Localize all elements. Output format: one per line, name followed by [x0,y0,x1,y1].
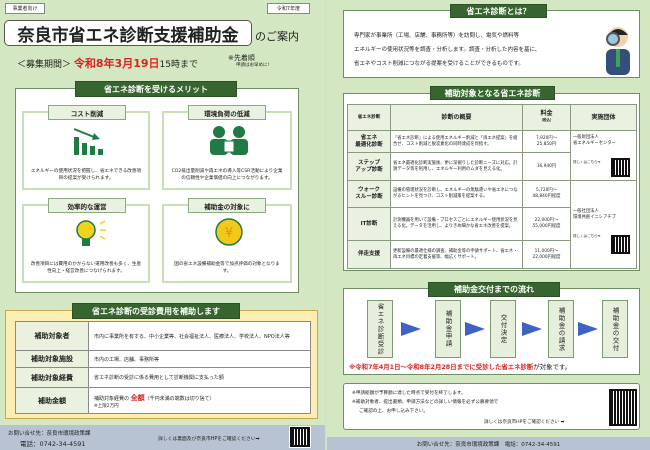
inspector-person-icon [606,27,630,75]
title-suffix: のご案内 [255,30,299,43]
people-icon [210,126,248,155]
table-row: 省エネ 最適化診断 「省エネ診断」による使用エネルギー削減と「再エネ提案」を組合せ… [347,130,637,181]
flow-step: 交付決定 [490,300,516,358]
flow-header: 補助金交付までの流れ [428,282,560,297]
merit-title: 効率的な運営 [48,198,126,213]
table-row: 補助対象者 市内に事業所を有する、中小企業等、社会福祉法人、医療法人、学校法人、N… [15,321,311,351]
page-title: 奈良市省エネ診断支援補助金 [4,20,252,46]
lightbulb-icon [76,220,106,246]
table-row: 補助対象施設 市内の工場、店舗、事務所等 [15,350,311,368]
qr-code[interactable] [610,157,631,178]
merit-desc: エネルギーの使用状況を把握し、省エネできる改善項目の提案が受けられます。 [30,169,142,181]
yen-coin-icon: ¥ [215,218,243,246]
org-cell: 一般財団法人 省エネルギーセンター 詳しくはこちら➡ [570,130,637,181]
qr-code[interactable] [610,234,631,255]
contact-office: お問い合せ先：奈良市環境政策課 [8,431,91,437]
chart-down-icon [73,128,103,155]
qr-code[interactable] [289,426,311,448]
notes-section: ※申請総額が予算額に達した時点で受付を終了します。 ※補助対象者、提出書類、申請… [343,383,640,430]
flow-step: 補助金の交付 [602,300,628,358]
about-text: 専門家が事業所（工場、店舗、事務所等）を訪問し、電気や燃料等 エネルギーの使用状… [354,33,541,67]
fiscal-year-tag: 令和7年度 [267,3,310,14]
flow-step: 補助金の請求 [548,300,574,358]
arrow-right-icon [578,322,598,336]
merit-card-environment: 環境負荷の低減 CO2排出量削減や再エネの導入等CSR活動により企業の信頼性や企… [162,105,292,190]
merit-card-subsidy: 補助金の対象に ¥ 国の省エネ設備補助金等で加点評価の対象となります。 [162,198,292,283]
merit-header: 省エネ診断を受けるメリット [75,81,237,97]
flow-step: 省エネ診断受診 [367,300,393,358]
arrow-right-icon [401,322,421,336]
audience-tag: 事業者向け [5,3,45,14]
about-header: 省エネ診断とは？ [450,4,547,18]
merit-title: コスト削減 [48,105,126,120]
arrow-right-icon [465,322,485,336]
application-period: ＜募集期間＞ 令和8年3月19日15時まで [17,55,198,71]
right-footer: お問い合せ先：奈良市環境政策課 電話：0742-34-4591 [327,437,650,450]
contact-phone: 電話：0742-34-4591 [20,440,86,448]
left-page: 事業者向け 令和7年度 奈良市省エネ診断支援補助金 のご案内 ＜募集期間＞ 令和… [0,0,325,450]
table-row: ウォーク スルー診断 設備の管理状況を診断し、エネルギーの無駄遣いや省エネにつなが… [347,180,637,269]
diagnosis-table: 省エネ診断 診断の概要 料金 （税込） 実施団体 省エネ 最適化診断 「省エネ診断」による… [347,104,637,269]
period-label: ＜募集期間＞ [17,60,72,70]
flow-step: 補助金申請 [435,300,461,358]
org-cell: 一般社団法人 環境共創イニシアチブ 詳しくはこちら➡ [570,180,637,269]
table-row: 補助金額 補助対象経費の 全額（千円未満の端数は切り捨て） ※上限2万円 [15,387,311,414]
merit-desc: 国の省エネ設備補助金等で加点評価の対象となります。 [174,262,280,274]
merit-desc: CO2排出量削減や再エネの導入等CSR活動により企業の信頼性や企業価値の向上につ… [171,169,283,181]
merit-title: 環境負荷の低減 [188,105,266,120]
left-footer: お問い合せ先：奈良市環境政策課 電話：0742-34-4591 詳しくは裏面及び… [0,425,325,450]
period-date: 令和8年3月19日 [73,57,160,70]
about-section: 専門家が事業所（工場、店舗、事務所等）を訪問し、電気や燃料等 エネルギーの使用状… [343,10,640,78]
apply-early-note: 申請はお早めに! [236,63,270,68]
more-info-text: 詳しくは裏面及び奈良市HPをご確認ください➡ [158,437,260,442]
target-header: 補助対象となる省エネ診断 [430,86,555,100]
merit-card-cost: コスト削減 エネルギーの使用状況を把握し、省エネできる改善項目の提案が受けられま… [22,105,150,190]
notes-text: ※申請総額が予算額に達した時点で受付を終了します。 ※補助対象者、提出書類、申請… [352,391,499,414]
svg-text:¥: ¥ [225,226,233,241]
merit-title: 補助金の対象に [188,198,266,213]
subsidy-table: 補助対象者 市内に事業所を有する、中小企業等、社会福祉法人、医療法人、学校法人、N… [15,321,311,414]
flow-note: ※令和7年4月1日～令和8年2月28日までに受診した省エネ診断が対象です。 [349,363,572,371]
merit-desc: 改善項目には費用のかからない運用改善も多く、生産性向上・経営改善につなげられます… [30,262,142,274]
period-time: 15時まで [159,60,198,70]
qr-code[interactable] [608,388,638,427]
arrow-right-icon [522,322,542,336]
merit-card-efficiency: 効率的な運営 改善項目には費用のかからない運用改善も多く、生産性向上・経営改善に… [22,198,150,283]
table-row: 補助対象経費 省エネ診断の受診に係る費用として診断機関に支払った額 [15,367,311,388]
right-page: 専門家が事業所（工場、店舗、事務所等）を訪問し、電気や燃料等 エネルギーの使用状… [327,0,650,450]
subsidy-header: 省エネ診断の受診費用を補助します [72,303,240,319]
more-info-text: 詳しくは奈良市HPをご確認ください ➡ [484,420,565,425]
